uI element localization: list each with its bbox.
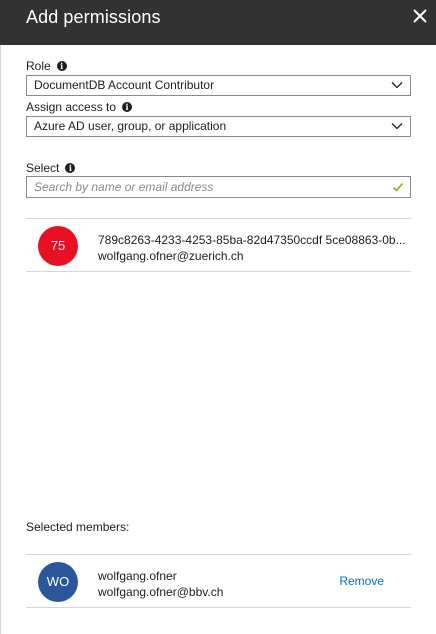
role-dropdown[interactable]: DocumentDB Account Contributor (26, 75, 411, 96)
select-label: Select (26, 161, 60, 175)
close-icon[interactable] (410, 6, 430, 26)
assign-access-label: Assign access to (26, 100, 117, 114)
select-label-group: Select i (26, 161, 76, 175)
role-label: Role (26, 59, 51, 73)
member-email: wolfgang.ofner@bbv.ch (98, 585, 224, 599)
chevron-down-icon (391, 82, 403, 89)
checkmark-icon (392, 182, 404, 192)
info-icon[interactable]: i (65, 163, 76, 173)
remove-member-link[interactable]: Remove (339, 574, 384, 588)
selected-members-label: Selected members: (26, 520, 130, 534)
role-value: DocumentDB Account Contributor (34, 78, 215, 92)
result-email: wolfgang.ofner@zuerich.ch (98, 249, 244, 263)
avatar: 75 (38, 226, 78, 266)
chevron-down-icon (391, 123, 403, 130)
left-border (0, 45, 1, 634)
selected-member-row: WO wolfgang.ofner wolfgang.ofner@bbv.ch … (26, 555, 411, 607)
blade-header: Add permissions (0, 0, 436, 45)
divider (26, 607, 411, 608)
member-name: wolfgang.ofner (98, 569, 177, 583)
assign-access-value: Azure AD user, group, or application (34, 119, 227, 133)
search-result-row[interactable]: 75 789c8263-4233-4253-85ba-82d47350ccdf … (26, 219, 411, 271)
info-icon[interactable]: i (56, 61, 67, 71)
assign-access-dropdown[interactable]: Azure AD user, group, or application (26, 116, 411, 137)
blade-title: Add permissions (26, 7, 161, 27)
role-label-group: Role i (26, 59, 67, 73)
search-input[interactable] (34, 178, 374, 196)
info-icon[interactable]: i (122, 102, 133, 112)
assign-access-label-group: Assign access to i (26, 100, 133, 114)
divider (26, 271, 411, 272)
avatar: WO (38, 562, 78, 602)
result-name: 789c8263-4233-4253-85ba-82d47350ccdf 5ce… (98, 233, 406, 247)
search-field[interactable] (26, 176, 411, 198)
